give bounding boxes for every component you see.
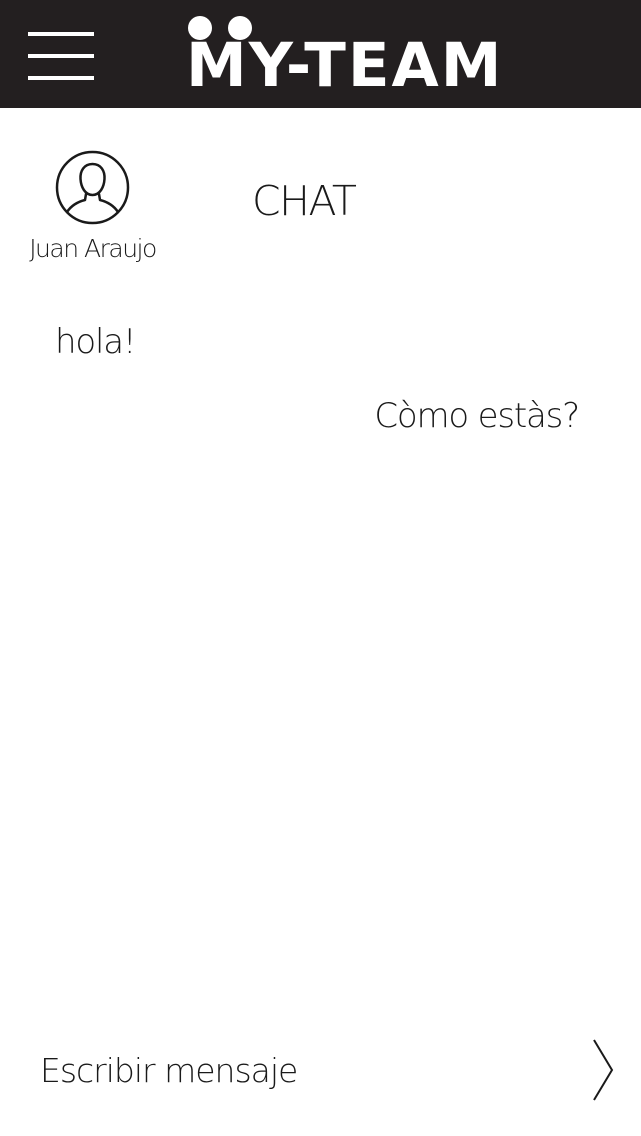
hamburger-menu-icon (28, 76, 94, 80)
user-avatar-icon[interactable] (55, 150, 130, 225)
contact-name: Juan Araujo (29, 234, 157, 263)
chevron-right-icon[interactable] (588, 1036, 618, 1104)
page-title: CHAT (252, 177, 357, 225)
message-incoming: hola! (55, 322, 136, 362)
app-header: MY-TEAM (0, 0, 641, 108)
logo-text: MY-TEAM (186, 30, 504, 101)
message-outgoing: Còmo estàs? (374, 396, 580, 436)
message-input[interactable] (40, 1040, 560, 1100)
app-logo: MY-TEAM (186, 14, 576, 98)
menu-button[interactable] (26, 30, 96, 86)
message-composer (0, 1030, 641, 1110)
hamburger-menu-icon (28, 54, 94, 58)
hamburger-menu-icon (28, 32, 94, 36)
